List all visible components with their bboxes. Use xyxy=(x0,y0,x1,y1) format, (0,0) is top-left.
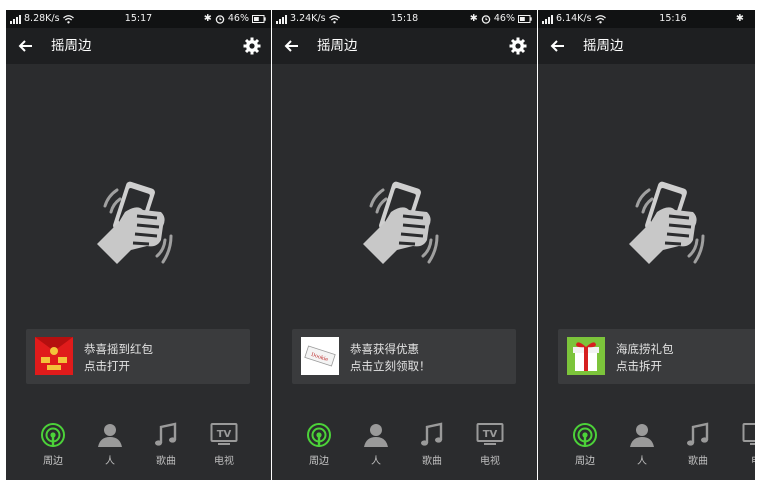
battery-percent: 46% xyxy=(227,13,249,24)
bluetooth-icon: ✱ xyxy=(736,13,744,24)
tab-label: 歌曲 xyxy=(156,456,176,467)
tab-music[interactable]: 歌曲 xyxy=(144,422,188,467)
tab-tv[interactable]: TV 电视 xyxy=(202,422,246,467)
tab-label: 人 xyxy=(105,456,115,467)
gear-icon[interactable] xyxy=(242,36,262,56)
tv-icon: TV xyxy=(476,423,504,445)
svg-text:TV: TV xyxy=(217,429,232,440)
bluetooth-icon: ✱ xyxy=(469,13,478,24)
tab-nearby[interactable]: 周边 xyxy=(297,422,341,467)
card-title: 恭喜获得优惠 xyxy=(350,342,419,356)
tab-label: 歌曲 xyxy=(422,456,442,467)
tab-label: 电 xyxy=(734,452,755,467)
tab-tv[interactable]: TV 电视 xyxy=(468,422,512,467)
reward-card[interactable]: 恭喜摇到红包 点击打开 xyxy=(26,329,250,384)
card-subtitle: 点击立刻领取！ xyxy=(350,359,431,373)
tv-icon xyxy=(742,423,755,445)
tab-label: 电视 xyxy=(480,456,500,467)
page-title: 摇周边 xyxy=(583,38,624,54)
music-icon xyxy=(421,422,443,446)
svg-text:TV: TV xyxy=(483,429,498,440)
tab-nearby[interactable]: 周边 xyxy=(31,422,75,467)
tab-label: 周边 xyxy=(575,456,595,467)
battery-percent: 46% xyxy=(493,13,515,24)
tab-people[interactable]: 人 xyxy=(354,422,398,467)
page-title: 摇周边 xyxy=(51,38,92,54)
shake-hand-icon[interactable] xyxy=(357,178,453,274)
card-subtitle: 点击打开 xyxy=(84,359,130,373)
music-icon xyxy=(155,422,177,446)
tab-label: 周边 xyxy=(43,456,63,467)
bluetooth-icon: ✱ xyxy=(203,13,212,24)
card-title: 海底捞礼包 xyxy=(616,342,674,356)
card-title: 恭喜摇到红包 xyxy=(84,342,153,356)
title-bar: 摇周边 xyxy=(6,28,271,64)
tab-label: 人 xyxy=(371,456,381,467)
title-bar: 摇周边 xyxy=(538,28,755,64)
shake-hand-icon[interactable] xyxy=(91,178,187,274)
title-bar: 摇周边 xyxy=(272,28,537,64)
radar-icon xyxy=(41,423,65,447)
battery-icon xyxy=(252,15,266,23)
tab-label: 周边 xyxy=(309,456,329,467)
person-icon xyxy=(630,424,654,447)
shake-hand-icon[interactable] xyxy=(623,178,719,274)
gear-icon[interactable] xyxy=(508,36,528,56)
tv-icon: TV xyxy=(210,423,238,445)
tab-label: 电视 xyxy=(214,456,234,467)
tab-label: 人 xyxy=(637,456,647,467)
status-bar: 8.28K/s 15:17 ✱ 46% xyxy=(6,10,271,28)
radar-icon xyxy=(573,423,597,447)
coupon-thumbnail: Dookie xyxy=(301,337,339,375)
status-bar: 3.24K/s 15:18 ✱ 46% xyxy=(272,10,537,28)
back-arrow-icon[interactable] xyxy=(282,36,302,56)
person-icon xyxy=(98,424,122,447)
reward-card[interactable]: Dookie 恭喜获得优惠 点击立刻领取！ xyxy=(292,329,516,384)
battery-icon xyxy=(518,15,532,23)
person-icon xyxy=(364,424,388,447)
tab-people[interactable]: 人 xyxy=(88,422,132,467)
radar-icon xyxy=(307,423,331,447)
tab-music[interactable]: 歌曲 xyxy=(410,422,454,467)
page-title: 摇周边 xyxy=(317,38,358,54)
red-envelope-thumbnail xyxy=(35,337,73,375)
tab-label: 歌曲 xyxy=(688,456,708,467)
back-arrow-icon[interactable] xyxy=(16,36,36,56)
phone-screen-2: 3.24K/s 15:18 ✱ 46% 摇周边 Dookie 恭喜获得优惠 点击… xyxy=(272,10,537,480)
status-time: 15:16 xyxy=(659,13,687,24)
phone-screen-1: 8.28K/s 15:17 ✱ 46% 摇周边 恭喜摇到红包 点击打开 周边 人… xyxy=(6,10,271,480)
status-bar: 6.14K/s 15:16 ✱ xyxy=(538,10,755,28)
phone-screen-3: 6.14K/s 15:16 ✱ 摇周边 海底捞礼包 点击拆开 周边 人 歌曲 xyxy=(538,10,755,480)
tab-music[interactable]: 歌曲 xyxy=(676,422,720,467)
tab-people[interactable]: 人 xyxy=(620,422,664,467)
card-subtitle: 点击拆开 xyxy=(616,359,662,373)
tab-tv[interactable]: 电 xyxy=(734,422,755,467)
reward-card[interactable]: 海底捞礼包 点击拆开 xyxy=(558,329,755,384)
back-arrow-icon[interactable] xyxy=(548,36,568,56)
tab-nearby[interactable]: 周边 xyxy=(563,422,607,467)
gift-box-thumbnail xyxy=(567,337,605,375)
music-icon xyxy=(687,422,709,446)
alarm-icon xyxy=(215,15,225,24)
alarm-icon xyxy=(481,15,491,24)
